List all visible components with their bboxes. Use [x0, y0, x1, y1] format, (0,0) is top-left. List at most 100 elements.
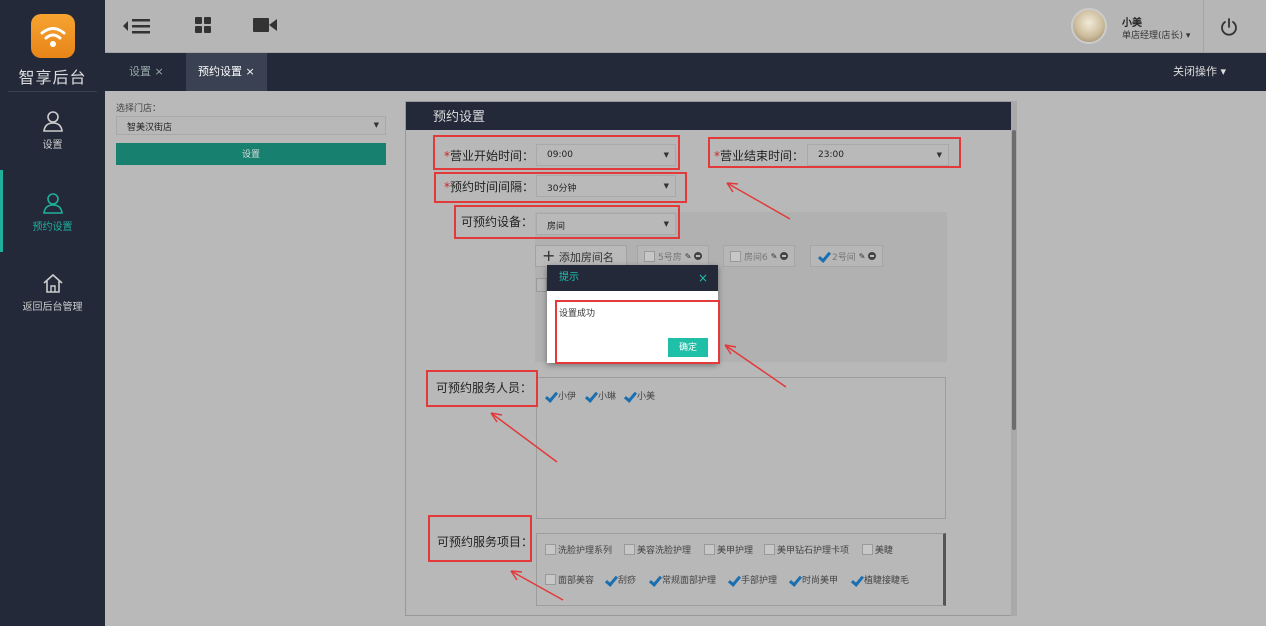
service-chip[interactable]: 美甲钻石护理卡项	[764, 543, 849, 556]
service-label: 手部护理	[741, 576, 778, 586]
service-label: 洗脸护理系列	[558, 546, 613, 556]
sidebar-item-back-admin[interactable]: 返回后台管理	[0, 262, 105, 332]
service-label: 美甲钻石护理卡项	[777, 546, 850, 556]
panel-title: 预约设置	[406, 102, 1014, 130]
power-icon[interactable]	[1219, 17, 1239, 37]
grid-icon[interactable]	[194, 16, 212, 34]
sidebar-item-booking-settings[interactable]: 预约设置	[0, 170, 105, 252]
store-select-value: 智美汉街店	[127, 123, 173, 133]
user-name: 小美	[1122, 18, 1142, 29]
home-icon	[42, 273, 63, 293]
annotation-box	[428, 515, 532, 562]
staff-label: 小伊	[558, 392, 577, 402]
scrollbar-thumb[interactable]	[1012, 130, 1016, 430]
room-label: 2号间	[832, 252, 856, 263]
sidebar-item-label: 设置	[42, 140, 63, 151]
annotation-box	[433, 135, 680, 170]
tab-booking-settings[interactable]: 预约设置 ×	[186, 53, 267, 91]
annotation-box	[555, 300, 720, 364]
checkbox-unchecked[interactable]	[545, 574, 556, 585]
checkbox-checked[interactable]	[850, 574, 862, 586]
user-icon	[42, 111, 63, 132]
service-chip[interactable]: 刮痧	[604, 573, 636, 586]
service-chip[interactable]: 面部美容	[545, 573, 594, 586]
top-bar: 小美 单店经理(店长) ▾	[105, 0, 1266, 53]
staff-chip[interactable]: 小美	[623, 389, 655, 402]
checkbox-checked[interactable]	[544, 390, 556, 402]
checkbox-checked[interactable]	[604, 574, 616, 586]
remove-icon[interactable]	[868, 252, 877, 260]
add-room-label: 添加房间名	[558, 251, 614, 264]
staff-chip[interactable]: 小伊	[544, 389, 576, 402]
service-label: 美甲护理	[717, 546, 754, 556]
service-label: 时尚美甲	[802, 576, 839, 586]
service-chip[interactable]: 常规面部护理	[648, 573, 716, 586]
sidebar-item-label: 返回后台管理	[22, 302, 83, 313]
service-label: 刮痧	[618, 576, 637, 586]
checkbox-checked[interactable]	[817, 250, 829, 262]
service-chip[interactable]: 美容洗脸护理	[624, 543, 691, 556]
room-chip[interactable]: 2号间 ✎	[810, 245, 884, 267]
close-icon[interactable]: ×	[698, 265, 708, 291]
staff-chip[interactable]: 小琳	[584, 389, 616, 402]
room-chip[interactable]: 5号房 ✎	[637, 245, 710, 267]
user-role-dropdown[interactable]: 单店经理(店长) ▾	[1122, 28, 1190, 41]
topbar-divider	[1203, 0, 1204, 53]
sidebar-item-label: 预约设置	[32, 222, 73, 233]
video-icon[interactable]	[252, 16, 278, 34]
checkbox-checked[interactable]	[584, 390, 596, 402]
room-label: 房间6	[744, 252, 768, 263]
checkbox-unchecked[interactable]	[644, 250, 655, 262]
close-operations-dropdown[interactable]: 关闭操作 ▾	[1173, 53, 1226, 91]
checkbox-checked[interactable]	[648, 574, 660, 586]
checkbox-unchecked[interactable]	[730, 250, 741, 262]
app-logo	[31, 14, 75, 58]
room-label: 5号房	[658, 252, 682, 263]
service-chip[interactable]: 植睫接睫毛	[850, 573, 909, 586]
add-room-button[interactable]: + 添加房间名	[535, 245, 627, 267]
checkbox-unchecked[interactable]	[624, 544, 635, 555]
service-label: 面部美容	[558, 576, 595, 586]
pencil-icon[interactable]: ✎	[771, 252, 778, 261]
remove-icon[interactable]	[694, 252, 703, 260]
service-label: 植睫接睫毛	[864, 576, 910, 586]
service-chip[interactable]: 洗脸护理系列	[545, 543, 612, 556]
checkbox-unchecked[interactable]	[545, 544, 556, 555]
remove-icon[interactable]	[780, 252, 789, 260]
annotation-box	[434, 172, 687, 203]
dialog-header: 提示 ×	[547, 265, 718, 291]
service-chip[interactable]: 美甲护理	[704, 543, 753, 556]
checkbox-checked[interactable]	[623, 390, 635, 402]
menu-collapse-icon[interactable]	[122, 16, 152, 36]
pencil-icon[interactable]: ✎	[685, 252, 692, 261]
sidebar: 智享后台 设置 预约设置 返回后台管理	[0, 0, 105, 626]
store-select-label: 选择门店：	[116, 104, 162, 114]
avatar[interactable]	[1071, 8, 1107, 44]
caret-down-icon: ▼	[373, 121, 379, 129]
service-chip[interactable]: 时尚美甲	[788, 573, 838, 586]
service-label: 美睫	[875, 546, 894, 556]
user-icon	[42, 193, 63, 214]
store-select[interactable]: 智美汉街店 ▼	[116, 116, 386, 135]
checkbox-checked[interactable]	[727, 574, 739, 586]
pencil-icon[interactable]: ✎	[859, 252, 866, 261]
room-chip[interactable]: 房间6 ✎	[723, 245, 796, 267]
staff-label: 小美	[637, 392, 656, 402]
dialog-title: 提示	[559, 272, 579, 283]
annotation-box	[454, 205, 680, 239]
tab-settings[interactable]: 设置 ×	[117, 53, 176, 91]
app-logo-text: 智享后台	[18, 68, 87, 87]
staff-label: 小琳	[598, 392, 617, 402]
sidebar-item-settings[interactable]: 设置	[0, 100, 105, 170]
room-chip-partial	[536, 278, 547, 292]
checkbox-checked[interactable]	[788, 574, 800, 586]
service-label: 常规面部护理	[662, 576, 717, 586]
checkbox-unchecked[interactable]	[704, 544, 715, 555]
checkbox-unchecked[interactable]	[862, 544, 873, 555]
checkbox-unchecked[interactable]	[764, 544, 775, 555]
service-chip[interactable]: 手部护理	[727, 573, 777, 586]
service-chip[interactable]: 美睫	[862, 543, 893, 556]
store-set-button[interactable]: 设置	[116, 143, 386, 165]
annotation-box	[426, 370, 538, 407]
wifi-logo-icon	[40, 27, 66, 47]
